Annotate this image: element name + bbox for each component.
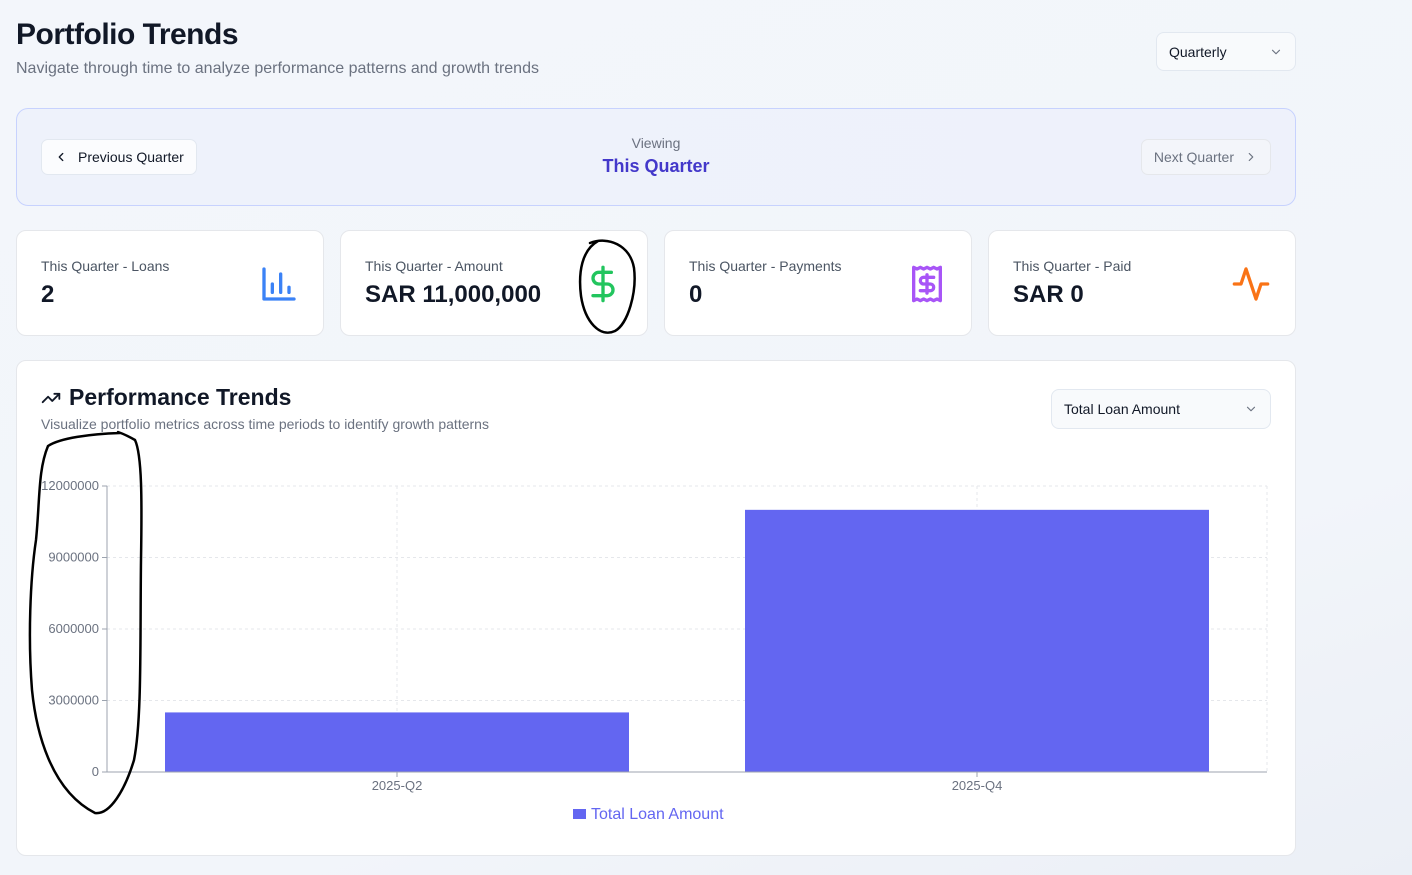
x-tick-label: 2025-Q2 [372, 778, 423, 793]
stat-label: This Quarter - Paid [1013, 258, 1132, 274]
stat-label: This Quarter - Amount [365, 258, 503, 274]
stat-card-loans: This Quarter - Loans 2 [16, 230, 324, 336]
bar [165, 712, 629, 772]
legend-swatch [573, 809, 586, 819]
bar-chart: 0 3000000 6000000 9000000 12000000 2025-Q2 202… [41, 478, 1268, 823]
period-select-value: Quarterly [1169, 43, 1227, 60]
stat-label: This Quarter - Payments [689, 258, 842, 274]
receipt-icon [912, 265, 942, 303]
y-tick-label: 6000000 [48, 621, 99, 636]
y-tick-label: 3000000 [48, 693, 99, 708]
chevron-right-icon [1248, 152, 1254, 162]
performance-trends-card: Performance Trends Visualize portfolio m… [16, 360, 1296, 856]
bar [745, 509, 1209, 772]
stat-value: 2 [41, 281, 55, 308]
viewing-indicator: Viewing This Quarter [17, 135, 1295, 177]
activity-icon [1232, 267, 1270, 301]
viewing-value: This Quarter [602, 156, 710, 176]
page-title: Portfolio Trends [16, 18, 239, 51]
period-navigator: Previous Quarter Viewing This Quarter Ne… [16, 108, 1296, 206]
stat-card-paid: This Quarter - Paid SAR 0 [988, 230, 1296, 336]
page-subtitle: Navigate through time to analyze perform… [16, 60, 539, 77]
stat-value: SAR 0 [1013, 281, 1084, 308]
y-tick-label: 9000000 [48, 550, 99, 565]
chevron-down-icon [1271, 49, 1281, 54]
next-quarter-button[interactable]: Next Quarter [1140, 139, 1271, 175]
y-tick-label: 0 [92, 764, 99, 779]
y-tick-label: 12000000 [41, 478, 99, 493]
stat-card-amount: This Quarter - Amount SAR 11,000,000 [340, 230, 648, 336]
period-select[interactable]: Quarterly [1156, 32, 1296, 71]
viewing-label: Viewing [631, 135, 681, 151]
bar-chart-icon [262, 267, 296, 301]
stat-card-payments: This Quarter - Payments 0 [664, 230, 972, 336]
page-header: Portfolio Trends Navigate through time t… [16, 18, 539, 78]
next-quarter-label: Next Quarter [1153, 149, 1234, 165]
stat-value: SAR 11,000,000 [365, 281, 542, 308]
stat-value: 0 [689, 281, 703, 308]
legend-label: Total Loan Amount [591, 806, 724, 823]
dollar-icon [591, 265, 615, 303]
stat-label: This Quarter - Loans [41, 258, 170, 274]
x-tick-label: 2025-Q4 [952, 778, 1003, 793]
